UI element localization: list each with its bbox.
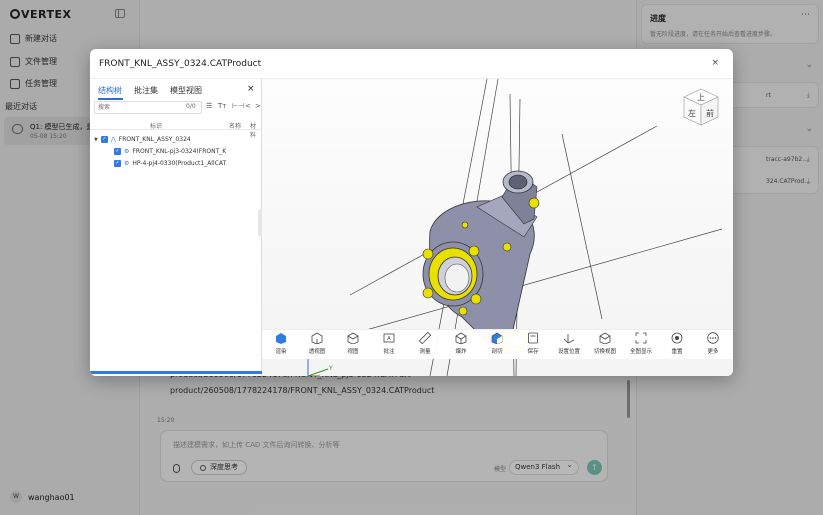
- measure-button[interactable]: 测量: [407, 332, 443, 359]
- toolbar-label: 透视图: [308, 349, 326, 355]
- fit-all-button[interactable]: 全图显示: [623, 332, 659, 359]
- cube-face-front[interactable]: 前: [706, 108, 714, 118]
- toolbar-label: 测量: [419, 349, 431, 355]
- tree-node-part[interactable]: ✓ ⚙ FRONT_KNL-pj3-0324(FRONT_K: [114, 148, 226, 155]
- structure-tree-panel: 结构树 批注集 模型视图 × 0/0 ☰ Tт ⊢⊣ < > 标识 名称 材料 …: [90, 79, 262, 376]
- text-size-icon[interactable]: Tт: [218, 102, 226, 110]
- toolbar-label: 切换视图: [593, 349, 616, 355]
- active-tab-indicator: [98, 98, 123, 100]
- toolbar-label: 剖切: [491, 349, 503, 355]
- part-icon: ⚙: [124, 148, 130, 155]
- expand-width-icon[interactable]: ⊢⊣: [232, 102, 244, 110]
- toolbar-label: 更多: [707, 349, 719, 355]
- assembly-icon: ⋀: [110, 136, 116, 143]
- section-icon: [491, 332, 503, 344]
- 3d-viewport[interactable]: Z Y 上 左 前 渲染 透视图 视图 A: [262, 79, 733, 376]
- modal-title: FRONT_KNL_ASSY_0324.CATProduct: [99, 59, 262, 69]
- close-panel-icon[interactable]: ×: [247, 84, 255, 94]
- view-icon: [347, 332, 359, 344]
- save-button[interactable]: 保存: [515, 332, 551, 359]
- checkbox-checked[interactable]: ✓: [100, 136, 108, 143]
- cube-face-left[interactable]: 左: [688, 108, 696, 118]
- axis-y-label: Y: [328, 365, 333, 372]
- tree-node-label: FRONT_KNL-pj3-0324(FRONT_K: [132, 148, 227, 155]
- panel-scrollbar[interactable]: [90, 371, 262, 374]
- checkbox-checked[interactable]: ✓: [114, 160, 121, 167]
- cad-viewer-modal: FRONT_KNL_ASSY_0324.CATProduct × 结构树 批注集…: [90, 49, 733, 376]
- close-icon[interactable]: ×: [711, 58, 719, 68]
- cube-face-top[interactable]: 上: [697, 93, 705, 102]
- explode-icon: [455, 332, 467, 344]
- fit-all-icon: [635, 332, 647, 344]
- tree-search-row: 0/0 ☰ Tт ⊢⊣ < >: [94, 101, 262, 114]
- toolbar-label: 全图显示: [629, 349, 652, 355]
- toolbar-label: 设置位置: [557, 349, 580, 355]
- set-position-button[interactable]: 设置位置: [551, 332, 587, 359]
- render-button[interactable]: 渲染: [263, 332, 299, 359]
- explode-button[interactable]: 爆炸: [443, 332, 479, 359]
- perspective-button[interactable]: 透视图: [299, 332, 335, 359]
- toolbar-label: 爆炸: [455, 349, 467, 355]
- svg-text:A: A: [387, 336, 391, 342]
- tree-node-label: HP-4-pj4-0330(Product1_AllCAT: [132, 160, 227, 167]
- viewer-toolbar: 渲染 透视图 视图 A 批注 测量 爆炸 剖切 保存 设置位置 切换视图 全图显…: [262, 329, 733, 359]
- section-button[interactable]: 剖切: [479, 332, 515, 359]
- divider: [90, 129, 262, 130]
- view-button[interactable]: 视图: [335, 332, 371, 359]
- tab-annotation-set[interactable]: 批注集: [134, 85, 158, 96]
- tree-node-label: FRONT_KNL_ASSY_0324: [118, 136, 191, 143]
- prev-icon[interactable]: <: [245, 102, 251, 110]
- search-count: 0/0: [186, 103, 196, 110]
- steering-knuckle-model[interactable]: [422, 170, 540, 355]
- list-filter-icon[interactable]: ☰: [206, 102, 212, 110]
- toolbar-label: 视图: [347, 349, 359, 355]
- annotate-icon: A: [383, 333, 395, 343]
- caret-down-icon[interactable]: ▼: [94, 137, 98, 143]
- toolbar-label: 渲染: [275, 349, 287, 355]
- more-icon: [707, 332, 719, 344]
- render-icon: [276, 333, 286, 344]
- switch-view-button[interactable]: 切换视图: [587, 332, 623, 359]
- tree-tabs: 结构树 批注集 模型视图 ×: [90, 79, 262, 101]
- reset-icon: [671, 332, 683, 344]
- more-button[interactable]: 更多: [695, 332, 731, 359]
- toolbar-label: 批注: [383, 349, 395, 355]
- navigation-cube[interactable]: 上 左 前: [682, 88, 720, 126]
- set-position-icon: [563, 334, 575, 344]
- toolbar-label: 重置: [671, 349, 683, 355]
- tree-node-root[interactable]: ▼ ✓ ⋀ FRONT_KNL_ASSY_0324: [94, 136, 191, 143]
- part-icon: ⚙: [124, 160, 130, 167]
- column-header-material[interactable]: 材料: [250, 121, 261, 139]
- measure-icon: [419, 332, 431, 344]
- next-icon[interactable]: >: [255, 102, 261, 110]
- save-icon: [528, 332, 538, 344]
- tab-structure-tree[interactable]: 结构树: [98, 85, 122, 96]
- switch-view-icon: [599, 332, 611, 344]
- tab-model-view[interactable]: 模型视图: [170, 85, 202, 96]
- tree-node-part[interactable]: ✓ ⚙ HP-4-pj4-0330(Product1_AllCAT: [114, 160, 226, 167]
- reset-button[interactable]: 重置: [659, 332, 695, 359]
- annotate-button[interactable]: A 批注: [371, 332, 407, 359]
- checkbox-checked[interactable]: ✓: [114, 148, 121, 155]
- perspective-icon: [311, 332, 323, 344]
- toolbar-label: 保存: [527, 349, 539, 355]
- modal-header: FRONT_KNL_ASSY_0324.CATProduct ×: [90, 49, 733, 79]
